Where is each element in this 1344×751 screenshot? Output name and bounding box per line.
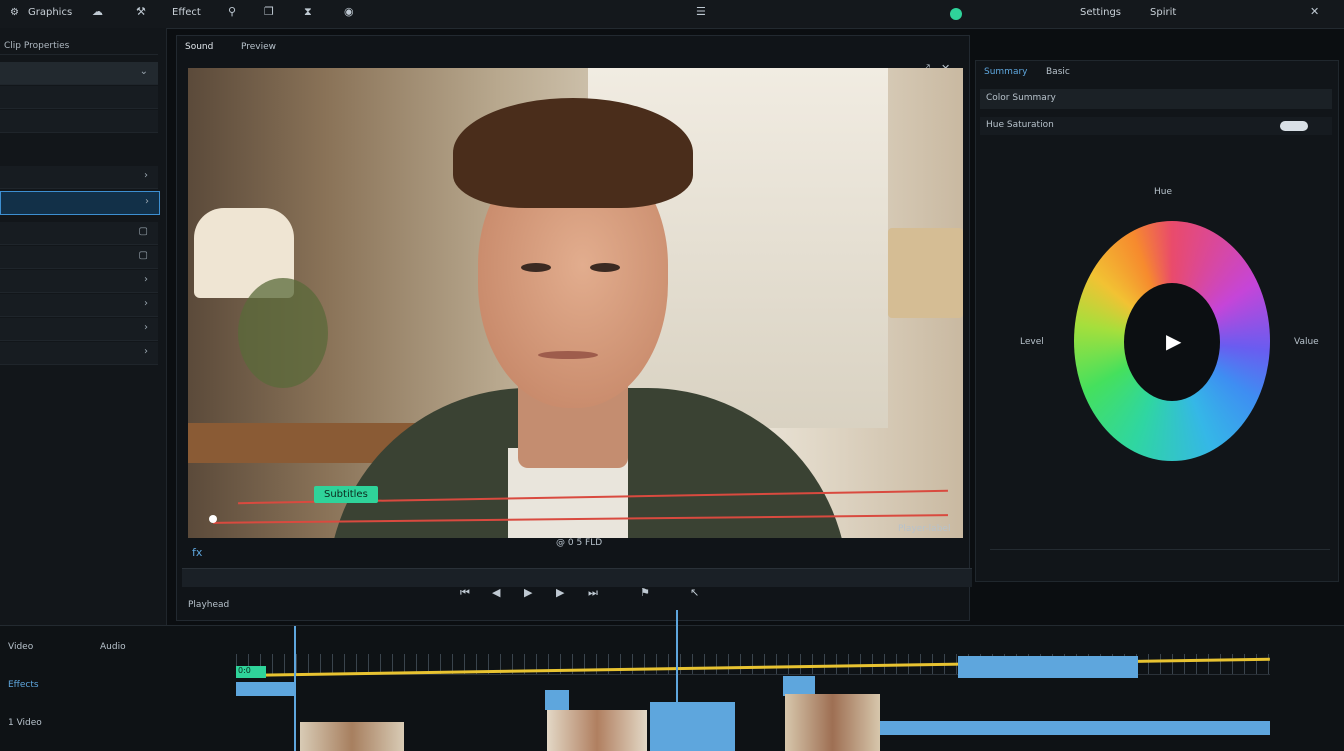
chevron-right-icon[interactable]: › [145, 196, 149, 207]
panel-header: Color Summary [980, 89, 1332, 109]
box-icon[interactable]: ▢ [139, 226, 148, 237]
timeline-clip[interactable] [650, 702, 735, 751]
panel-header-title: Color Summary [986, 93, 1056, 103]
wheel-top-label: Hue [1154, 187, 1173, 197]
cursor-icon[interactable]: ↖ [690, 586, 699, 599]
thumbnail-clip[interactable] [785, 694, 880, 751]
chevron-right-icon[interactable]: › [144, 170, 148, 181]
left-row[interactable]: › [0, 342, 158, 365]
skip-forward-icon[interactable]: ⏭ [588, 586, 598, 600]
close-icon[interactable]: ✕ [1310, 5, 1319, 18]
globe-icon[interactable]: ◉ [344, 5, 354, 18]
layers-icon[interactable]: ❐ [264, 5, 274, 18]
chevron-right-icon[interactable]: › [144, 298, 148, 309]
viewer-bottom-label: Playhead [188, 600, 230, 610]
plant [238, 278, 328, 388]
viewer-control-bar: fx @ 0 5 FLD Player-label [188, 524, 963, 564]
guide-handle-icon[interactable] [209, 515, 217, 523]
track-label: Video [8, 642, 34, 652]
play-readout: @ 0 5 FLD [556, 538, 603, 548]
left-panel: Clip Properties ⌄ › › ▢ ▢ › › › › [0, 28, 167, 628]
left-row[interactable] [0, 110, 158, 133]
timeline-clip[interactable] [236, 682, 296, 696]
hue-row-label: Hue Saturation [986, 120, 1054, 130]
chevron-right-icon[interactable]: › [144, 346, 148, 357]
tool-icon[interactable]: ⚒ [136, 5, 146, 18]
chevron-right-icon[interactable]: › [144, 274, 148, 285]
left-row[interactable]: › [0, 294, 158, 317]
app-logo: ⚙ [10, 7, 19, 18]
right-panel: Summary Basic Color Summary Hue Saturati… [975, 60, 1339, 582]
menu-item-effect[interactable]: Effect [172, 7, 201, 18]
tab-basic[interactable]: Basic [1046, 67, 1070, 77]
thumbnail-clip[interactable] [547, 710, 647, 751]
flag-icon[interactable]: ⚑ [640, 586, 650, 599]
clip-tag[interactable]: 0:0 [236, 666, 266, 678]
wheel-right-label: Value [1294, 337, 1319, 347]
sliders-icon[interactable]: ⚲ [228, 5, 236, 18]
track-label: Effects [8, 680, 39, 690]
transport-controls: ⏮ ◀ ▶ ▶ ⏭ ⚑ ↖ [440, 584, 760, 604]
cloud-icon[interactable]: ☁ [92, 5, 103, 18]
corner-label: Player-label [898, 524, 951, 534]
viewer-subtab[interactable]: Preview [241, 42, 276, 52]
menu-item-graphics[interactable]: Graphics [28, 7, 72, 18]
caption-label[interactable]: Subtitles [314, 486, 378, 503]
hue-row[interactable]: Hue Saturation [980, 117, 1332, 135]
lamp-right [888, 228, 963, 318]
speed-icon[interactable]: ⧗ [304, 5, 312, 19]
timeline-panel: Video Audio Effects 1 Video 0:0 [0, 610, 1344, 751]
step-back-icon[interactable]: ◀ [492, 586, 500, 599]
left-row[interactable] [0, 86, 158, 109]
viewer-tab[interactable]: Sound [185, 42, 213, 52]
timeline-clip[interactable] [783, 676, 815, 696]
left-panel-header: Clip Properties [0, 36, 158, 55]
left-row-selected[interactable]: › [0, 191, 160, 215]
track-label: 1 Video [8, 718, 42, 728]
mouth [538, 351, 598, 359]
menu-settings[interactable]: Settings [1080, 7, 1121, 18]
preview-frame[interactable]: Subtitles [188, 68, 963, 538]
skip-back-icon[interactable]: ⏮ [460, 586, 470, 600]
menu-bar: ⚙ Graphics ☁ ⚒ Effect ⚲ ❐ ⧗ ◉ ☰ Settings… [0, 0, 1344, 29]
wheel-left-label: Level [1020, 337, 1044, 347]
person-hair [453, 98, 693, 208]
left-row[interactable]: › [0, 270, 158, 293]
play-icon[interactable]: ▶ [1166, 329, 1181, 353]
left-row[interactable]: ▢ [0, 246, 158, 269]
toggle-icon[interactable] [1280, 121, 1308, 131]
left-row[interactable]: › [0, 166, 158, 189]
status-dot-icon [950, 8, 962, 20]
play-icon[interactable]: ▶ [524, 586, 532, 599]
chevron-right-icon[interactable]: › [144, 322, 148, 333]
timeline-clip[interactable] [545, 690, 569, 710]
left-row[interactable]: › [0, 318, 158, 341]
left-row[interactable]: ⌄ [0, 62, 158, 85]
thumbnail-clip[interactable] [300, 722, 404, 751]
timeline-clip[interactable] [880, 721, 1270, 735]
menu-spirit[interactable]: Spirit [1150, 7, 1176, 18]
grid-icon[interactable]: ☰ [696, 5, 706, 18]
left-row[interactable]: ▢ [0, 222, 158, 245]
chevron-down-icon[interactable]: ⌄ [140, 66, 148, 77]
timeline-clip[interactable] [958, 656, 1138, 678]
box-icon[interactable]: ▢ [139, 250, 148, 261]
label-fx[interactable]: fx [192, 546, 202, 559]
track-label: Audio [100, 642, 126, 652]
panel-footer [990, 549, 1330, 574]
eye-right [590, 263, 620, 272]
step-forward-icon[interactable]: ▶ [556, 586, 564, 599]
tab-summary[interactable]: Summary [984, 67, 1028, 77]
eye-left [521, 263, 551, 272]
left-panel-title: Clip Properties [4, 41, 70, 51]
